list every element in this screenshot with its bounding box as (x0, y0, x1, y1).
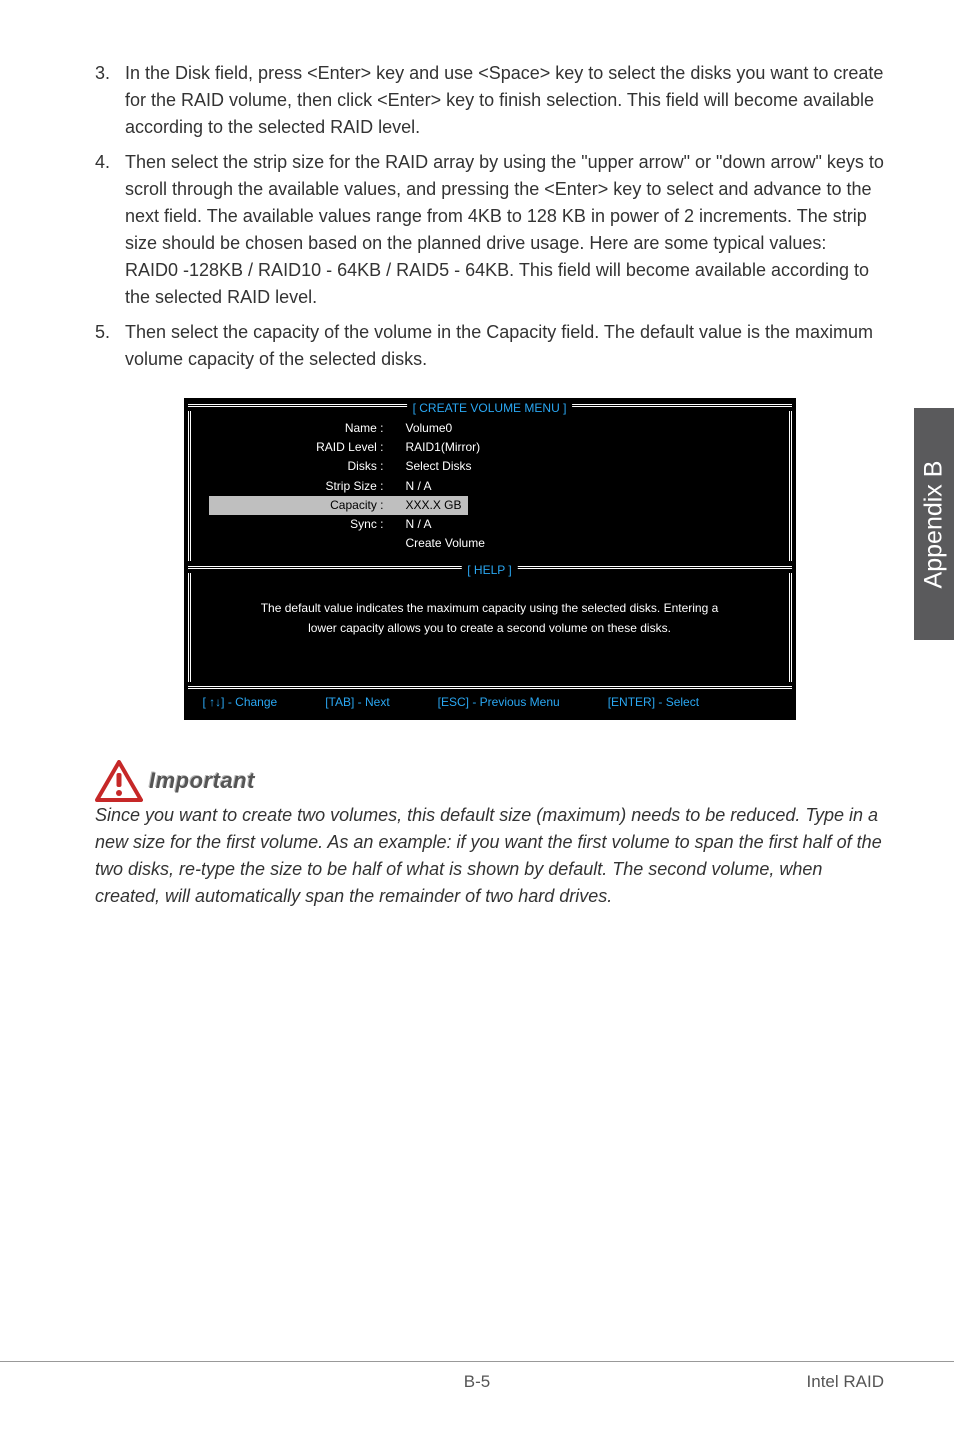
list-number-3: 3. (95, 60, 125, 141)
list-text-4: Then select the strip size for the RAID … (125, 149, 884, 311)
bios-row: Disks :Select Disks (209, 457, 771, 476)
bios-row-label: Strip Size : (209, 477, 400, 496)
bios-row-label: RAID Level : (209, 438, 400, 457)
list-text-3: In the Disk field, press <Enter> key and… (125, 60, 884, 141)
bios-row: Strip Size :N / A (209, 477, 771, 496)
page-footer: B-5 Intel RAID (0, 1361, 954, 1392)
bios-row-label: Sync : (209, 515, 400, 534)
key-hint-tab: [TAB] - Next (325, 695, 389, 709)
important-label: Important (149, 768, 255, 794)
help-panel-title: [ HELP ] (461, 563, 517, 577)
page-number: B-5 (464, 1372, 490, 1392)
bios-footer-keys: [ ↑↓] - Change [TAB] - Next [ESC] - Prev… (185, 689, 795, 719)
bios-row: Name :Volume0 (209, 419, 771, 438)
side-tab-label: Appendix B (920, 460, 949, 588)
footer-section: Intel RAID (807, 1372, 884, 1392)
bios-row-label: Name : (209, 419, 400, 438)
key-hint-esc: [ESC] - Previous Menu (438, 695, 560, 709)
list-number-5: 5. (95, 319, 125, 373)
key-hint-change: [ ↑↓] - Change (203, 695, 278, 709)
bios-row: RAID Level :RAID1(Mirror) (209, 438, 771, 457)
bios-row-value: N / A (400, 477, 438, 496)
bios-row-value: Select Disks (400, 457, 478, 476)
important-text: Since you want to create two volumes, th… (95, 802, 884, 910)
bios-screenshot: [ CREATE VOLUME MENU ] Name :Volume0RAID… (184, 398, 796, 720)
bios-row: Create Volume (209, 534, 771, 553)
key-hint-enter: [ENTER] - Select (608, 695, 699, 709)
side-tab-appendix: Appendix B (914, 408, 954, 640)
bios-row: Sync :N / A (209, 515, 771, 534)
bios-row-value: XXX.X GB (400, 496, 468, 515)
bios-row-label: Capacity : (209, 496, 400, 515)
bios-row: Capacity :XXX.X GB (209, 496, 771, 515)
bios-row-value: Create Volume (400, 534, 491, 553)
create-volume-menu-title: [ CREATE VOLUME MENU ] (407, 401, 573, 415)
list-text-5: Then select the capacity of the volume i… (125, 319, 884, 373)
warning-icon (95, 760, 143, 802)
bios-row-value: Volume0 (400, 419, 459, 438)
list-number-4: 4. (95, 149, 125, 311)
bios-row-value: N / A (400, 515, 438, 534)
help-text: The default value indicates the maximum … (209, 581, 771, 673)
bios-row-label: Disks : (209, 457, 400, 476)
bios-row-value: RAID1(Mirror) (400, 438, 487, 457)
